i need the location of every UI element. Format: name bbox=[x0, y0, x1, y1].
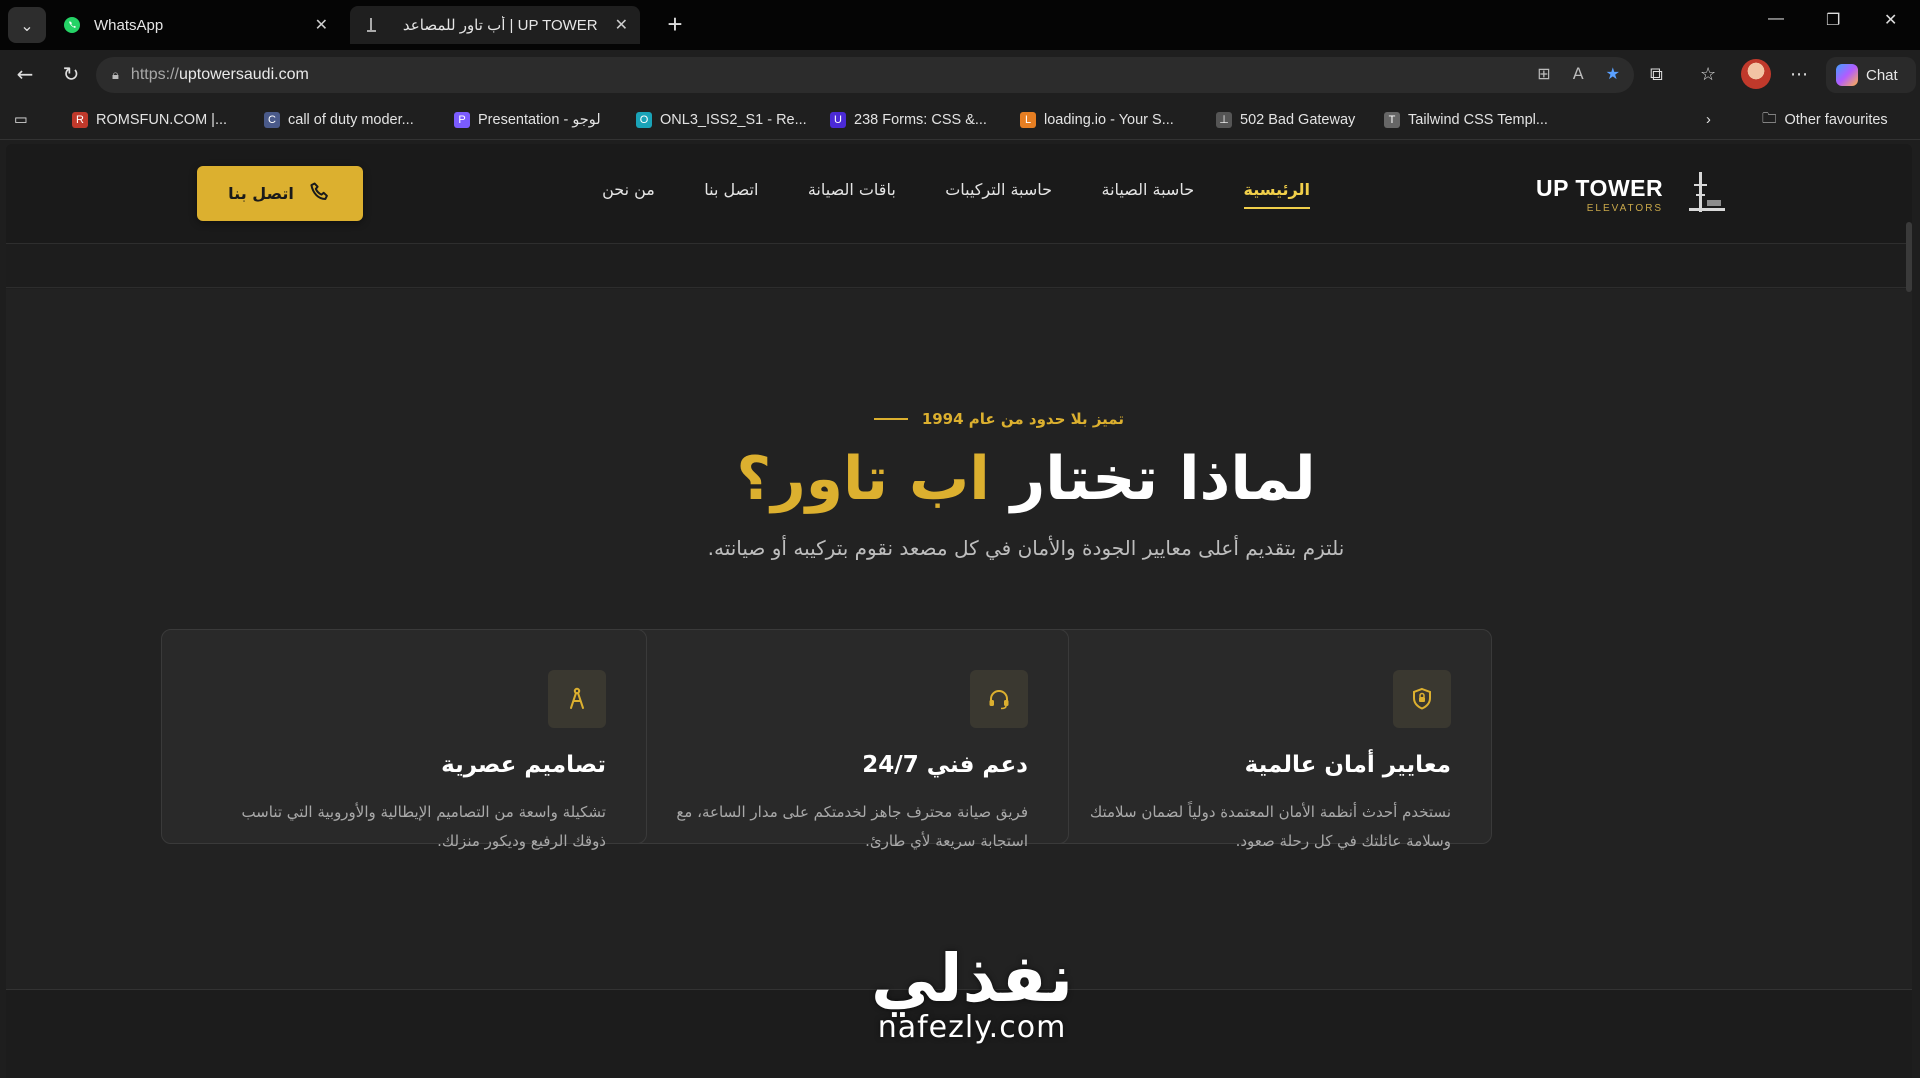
bookmark-favicon: T bbox=[1384, 112, 1400, 128]
reading-list-icon[interactable]: ▭ bbox=[14, 110, 28, 130]
extensions-puzzle-icon[interactable]: ⧉ bbox=[1650, 64, 1663, 85]
favorite-star-icon[interactable]: ★ bbox=[1606, 64, 1620, 83]
address-bar-actions: ⊞ A ★ bbox=[1537, 64, 1620, 83]
bookmark-item[interactable]: T Tailwind CSS Templ... bbox=[1384, 110, 1548, 130]
whatsapp-icon bbox=[62, 15, 82, 35]
back-arrow-icon[interactable]: ← bbox=[12, 62, 38, 86]
bookmarks-bar: ▭ R ROMSFUN.COM |... Ccall of duty moder.… bbox=[0, 100, 1920, 140]
nav-installation-calculator[interactable]: حاسبة التركيبات bbox=[945, 180, 1052, 209]
site-info-lock-icon[interactable]: 🔒︎ bbox=[112, 68, 119, 83]
bookmark-item[interactable]: U 238 Forms: CSS &... bbox=[830, 110, 987, 130]
bookmark-item[interactable]: ⊥ 502 Bad Gateway bbox=[1216, 110, 1355, 130]
feature-description: نستخدم أحدث أنظمة الأمان المعتمدة دولياً… bbox=[1089, 803, 1451, 850]
site-logo[interactable]: UP TOWER ELEVATORS bbox=[1536, 170, 1727, 218]
feature-title: معايير أمان عالمية bbox=[1244, 752, 1451, 778]
bookmark-item[interactable]: P Presentation - لوجو bbox=[454, 110, 601, 130]
bookmark-favicon: P bbox=[454, 112, 470, 128]
app-available-icon[interactable]: ⊞ bbox=[1537, 64, 1550, 83]
browser-tab-whatsapp[interactable]: WhatsApp ✕ bbox=[50, 6, 340, 44]
watermark-latin: nafezly.com bbox=[877, 1010, 1067, 1045]
tab-title: UP TOWER | أب تاور للمصاعد bbox=[402, 17, 598, 34]
bookmark-favicon: U bbox=[830, 112, 846, 128]
main-navigation: الرئيسية حاسبة الصيانة حاسبة التركيبات ب… bbox=[602, 180, 1310, 209]
refresh-icon[interactable]: ↻ bbox=[58, 62, 84, 86]
feature-title: تصاميم عصرية bbox=[441, 752, 606, 778]
bookmark-favicon: O bbox=[636, 112, 652, 128]
logo-tagline: ELEVATORS bbox=[1586, 202, 1664, 214]
address-bar[interactable]: 🔒︎ https://uptowersaudi.com ⊞ A ★ bbox=[96, 57, 1634, 93]
feature-card-support: دعم فني 24/7 فريق صيانة محترف جاهز لخدمت… bbox=[583, 629, 1069, 850]
bookmark-item[interactable]: O ONL3_ISS2_S1 - Re... bbox=[636, 110, 807, 130]
section-eyebrow: تميز بلا حدود من عام 1994 bbox=[874, 410, 1124, 428]
new-tab-plus-icon[interactable]: + bbox=[660, 10, 690, 40]
compass-icon bbox=[548, 670, 606, 728]
more-options-icon[interactable]: ⋯ bbox=[1790, 64, 1808, 85]
browser-tab-uptower[interactable]: UP TOWER | أب تاور للمصاعد ✕ bbox=[350, 6, 640, 44]
eyebrow-line bbox=[874, 418, 908, 420]
tab-title: WhatsApp bbox=[94, 16, 164, 34]
nafezly-watermark: نفذلي nafezly.com bbox=[842, 940, 1102, 1046]
bookmark-item[interactable]: Lloading.io - Your S... bbox=[1020, 110, 1174, 130]
feature-title: دعم فني 24/7 bbox=[862, 752, 1028, 778]
bookmark-favicon: R bbox=[72, 112, 88, 128]
shield-lock-icon bbox=[1393, 670, 1451, 728]
bookmark-favicon: C bbox=[264, 112, 280, 128]
more-bookmarks-chevron-icon[interactable]: › bbox=[1706, 110, 1711, 130]
copilot-icon bbox=[1836, 64, 1858, 86]
favorites-list-icon[interactable]: ☆ bbox=[1700, 64, 1716, 85]
other-favourites-folder[interactable]: 🗀︎ Other favourites bbox=[1762, 110, 1888, 130]
nav-home[interactable]: الرئيسية bbox=[1243, 180, 1310, 209]
close-tab-icon[interactable]: ✕ bbox=[315, 15, 328, 35]
tab-actions-chevron-icon[interactable]: ⌄ bbox=[8, 7, 46, 43]
address-url: https://uptowersaudi.com bbox=[130, 66, 309, 83]
headline-highlight: اب تاور؟ bbox=[736, 444, 990, 514]
close-window-icon[interactable]: ✕ bbox=[1884, 10, 1897, 30]
headset-icon bbox=[970, 670, 1028, 728]
logo-wordmark: UP TOWER bbox=[1536, 174, 1664, 201]
bookmark-item[interactable]: Ccall of duty moder... bbox=[264, 110, 414, 130]
minimize-window-icon[interactable]: — bbox=[1768, 10, 1784, 28]
close-tab-icon[interactable]: ✕ bbox=[615, 15, 628, 35]
bookmark-favicon: L bbox=[1020, 112, 1036, 128]
feature-description: تشكيلة واسعة من التصاميم الإيطالية والأو… bbox=[241, 803, 606, 850]
contact-us-button[interactable]: اتصل بنا bbox=[197, 166, 363, 221]
nav-maintenance-packages[interactable]: باقات الصيانة bbox=[808, 180, 896, 209]
feature-description: فريق صيانة محترف جاهز لخدمتكم على مدار ا… bbox=[676, 803, 1028, 850]
restore-window-icon[interactable]: ❐ bbox=[1826, 10, 1840, 30]
page-scrollbar-thumb[interactable] bbox=[1906, 222, 1912, 292]
phone-icon bbox=[308, 180, 332, 208]
browser-toolbar: ← ↻ 🔒︎ https://uptowersaudi.com ⊞ A ★ ⧉ … bbox=[0, 50, 1920, 100]
feature-card-safety: معايير أمان عالمية نستخدم أحدث أنظمة الأ… bbox=[1006, 629, 1492, 850]
nav-contact[interactable]: اتصل بنا bbox=[704, 180, 758, 209]
read-aloud-icon[interactable]: A bbox=[1573, 64, 1584, 83]
bookmark-item[interactable]: R ROMSFUN.COM |... bbox=[72, 110, 227, 130]
site-header: UP TOWER ELEVATORS الرئيسية حاسبة الصيان… bbox=[6, 144, 1912, 244]
nav-maintenance-calculator[interactable]: حاسبة الصيانة bbox=[1101, 180, 1194, 209]
profile-avatar[interactable] bbox=[1741, 59, 1771, 89]
tower-logo-icon bbox=[1681, 170, 1727, 218]
web-page: UP TOWER ELEVATORS الرئيسية حاسبة الصيان… bbox=[6, 144, 1912, 1078]
section-lead: نلتزم بتقديم أعلى معايير الجودة والأمان … bbox=[707, 536, 1345, 560]
header-sub-strip bbox=[6, 244, 1912, 288]
bookmark-favicon: ⊥ bbox=[1216, 112, 1232, 128]
section-headline: لماذا تختار اب تاور؟ bbox=[736, 444, 1316, 514]
feature-card-design: تصاميم عصرية تشكيلة واسعة من التصاميم ال… bbox=[161, 629, 647, 850]
folder-icon: 🗀︎ bbox=[1762, 110, 1777, 127]
up-tower-favicon bbox=[362, 15, 382, 35]
copilot-chat-button[interactable]: Chat bbox=[1826, 57, 1916, 93]
browser-tab-strip: ⌄ WhatsApp ✕ UP TOWER | أب تاور للمصاعد … bbox=[0, 0, 1920, 50]
nav-about[interactable]: من نحن bbox=[602, 180, 655, 209]
watermark-arabic: نفذلي bbox=[871, 940, 1073, 1017]
